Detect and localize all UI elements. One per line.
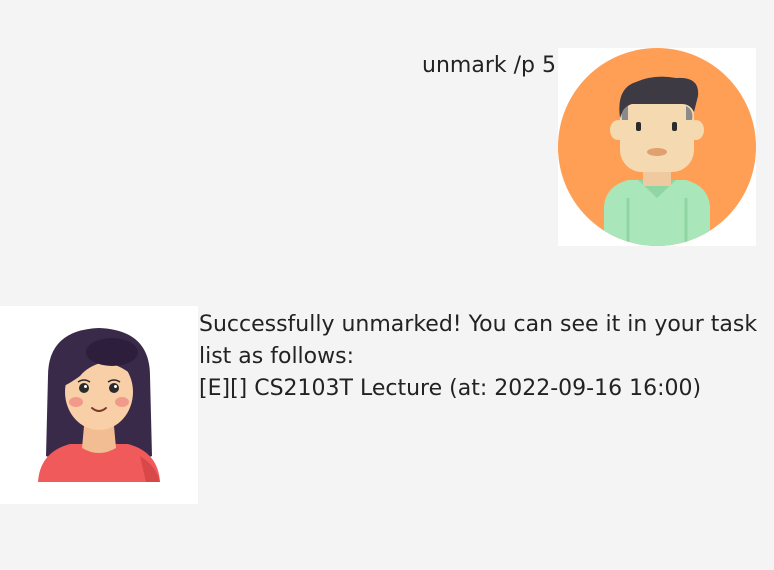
woman-avatar-icon [38, 328, 160, 482]
bot-avatar [0, 306, 198, 504]
bot-message-line: Successfully unmarked! You can see it in… [199, 312, 758, 337]
man-avatar-icon [558, 48, 756, 246]
bot-message-line: [E][] CS2103T Lecture (at: 2022-09-16 16… [199, 376, 702, 401]
bot-message-line: list as follows: [199, 344, 354, 369]
user-avatar [558, 48, 756, 246]
user-message-text: unmark /p 5 [422, 53, 556, 78]
bot-message-text: Successfully unmarked! You can see it in… [199, 309, 759, 405]
